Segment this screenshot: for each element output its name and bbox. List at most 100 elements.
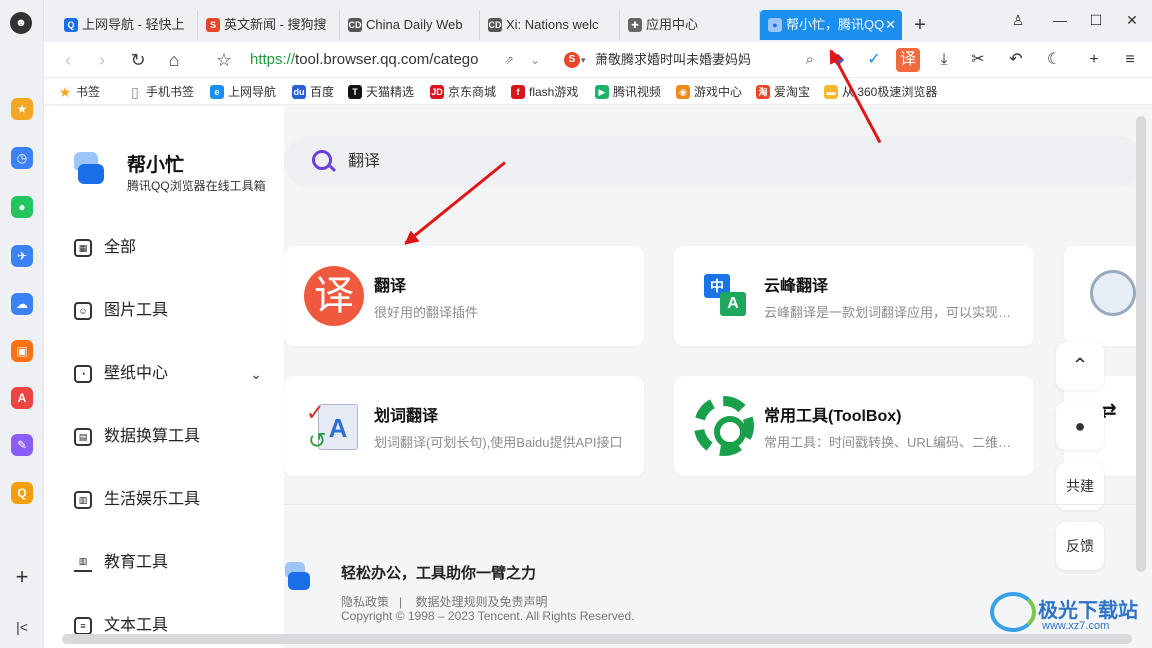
tab-app-center[interactable]: ✚ 应用中心: [620, 10, 760, 40]
tab-chinadaily[interactable]: CD China Daily Web: [340, 10, 480, 40]
speed-icon[interactable]: ✓: [862, 48, 886, 72]
bookmark-star-icon[interactable]: ☆: [212, 48, 236, 72]
feedback-button[interactable]: 反馈: [1056, 522, 1104, 570]
clock-icon[interactable]: ◷: [11, 147, 33, 169]
bookmark-item[interactable]: JD 京东商城: [430, 82, 496, 102]
sidebar-item-wallpaper[interactable]: ◔ 壁纸中心 ⌄: [72, 358, 262, 390]
vertical-scrollbar[interactable]: [1136, 116, 1146, 572]
folder-icon: ▬: [824, 85, 838, 99]
image-icon: ☺: [74, 302, 92, 320]
sidebar-item-all[interactable]: ▦ 全部: [72, 232, 262, 264]
tab-nav[interactable]: Q 上网导航 - 轻快上: [56, 10, 198, 40]
copyright: Copyright © 1998 – 2023 Tencent. All Rig…: [341, 609, 635, 623]
bookmark-item[interactable]: ▯ 手机书签: [128, 82, 194, 102]
watermark-logo-icon: [990, 592, 1036, 632]
result-card-translate[interactable]: 译 翻译 很好用的翻译插件: [284, 246, 644, 346]
collapse-sidebar-icon[interactable]: |<: [11, 616, 33, 638]
horizontal-scrollbar[interactable]: [62, 634, 1132, 644]
chinadaily-icon: CD: [488, 18, 502, 32]
taobao-icon: 淘: [756, 85, 770, 99]
footer-slogan: 轻松办公，工具助你一臂之力: [341, 565, 537, 582]
bookmark-item[interactable]: ▶ 腾讯视频: [595, 82, 661, 102]
jd-icon: JD: [430, 85, 444, 99]
star-icon[interactable]: ★: [11, 98, 33, 120]
tab-sogou[interactable]: S 英文新闻 - 搜狗搜: [198, 10, 340, 40]
footer-logo-icon: [285, 562, 311, 592]
select-translate-icon: A ✓ ↺: [304, 396, 364, 456]
forward-icon[interactable]: ›: [90, 48, 114, 72]
back-icon[interactable]: ‹: [56, 48, 80, 72]
chevron-down-icon[interactable]: ⌄: [250, 358, 262, 390]
picture-icon[interactable]: ▣: [11, 340, 33, 362]
tab-bangxiaomang[interactable]: ● 帮小忙，腾讯QQ ✕: [760, 10, 902, 40]
magnifier-icon: [1090, 270, 1136, 316]
tool-search-input[interactable]: 翻译: [284, 136, 1144, 188]
privacy-link[interactable]: 隐私政策: [341, 595, 389, 609]
build-button[interactable]: 共建: [1056, 462, 1104, 510]
result-card-yunfeng[interactable]: 中A 云峰翻译 云峰翻译是一款划词翻译应用，可以实现网页翻译: [674, 246, 1034, 346]
sogou-icon[interactable]: S: [564, 52, 580, 68]
tab-label: 应用中心: [646, 17, 699, 32]
address-bar[interactable]: https://tool.browser.qq.com/catego: [250, 49, 486, 71]
sidebar-item-data[interactable]: ▤ 数据换算工具: [72, 421, 262, 453]
sidebar-item-image[interactable]: ☺ 图片工具: [72, 295, 262, 327]
menu-icon[interactable]: ≡: [1118, 48, 1142, 72]
add-icon[interactable]: +: [1082, 48, 1106, 72]
bookmark-item[interactable]: e 上网导航: [210, 82, 276, 102]
qq-nav-icon: Q: [64, 18, 78, 32]
bookmark-item[interactable]: ◉ 游戏中心: [676, 82, 742, 102]
cloud-icon[interactable]: ☁: [11, 293, 33, 315]
plane-icon[interactable]: ✈: [11, 245, 33, 267]
watermark: 极光下载站 www.xz7.com: [990, 590, 1150, 640]
search-query: 翻译: [348, 153, 381, 170]
home-icon[interactable]: ⌂: [162, 48, 186, 72]
refresh-icon[interactable]: ↻: [126, 48, 150, 72]
maximize-icon[interactable]: ☐: [1082, 8, 1110, 32]
share-icon[interactable]: ⇗: [500, 51, 518, 69]
search-box[interactable]: S ▾ 萧敬腾求婚时叫未婚妻妈妈 ⌕: [564, 46, 814, 74]
translate-tool-icon[interactable]: 译: [896, 48, 920, 72]
tmall-icon: T: [348, 85, 362, 99]
page-content: 帮小忙 腾讯QQ浏览器在线工具箱 ▦ 全部 ☺ 图片工具 ◔ 壁纸中心 ⌄ ▤ 数据换算工…: [44, 106, 1152, 648]
wechat-icon[interactable]: ●: [11, 196, 33, 218]
back-to-top-button[interactable]: ⌃: [1056, 342, 1104, 390]
close-window-icon[interactable]: ✕: [1118, 8, 1146, 32]
minimize-icon[interactable]: —: [1046, 8, 1074, 32]
result-card-partial[interactable]: [1064, 246, 1144, 346]
bookmark-item[interactable]: ▬ 从 360极速浏览器: [824, 82, 937, 102]
bookmark-item[interactable]: ★ 书签: [58, 82, 100, 102]
bookmark-item[interactable]: T 天猫精选: [348, 82, 414, 102]
bookmark-item[interactable]: du 百度: [292, 82, 334, 102]
pen-icon[interactable]: ✎: [11, 434, 33, 456]
tab-label: 帮小忙，腾讯QQ: [786, 17, 885, 32]
qq-icon[interactable]: ●: [1056, 402, 1104, 450]
add-icon[interactable]: +: [11, 566, 33, 588]
tab-xi-nations[interactable]: CD Xi: Nations welc: [480, 10, 620, 40]
bookmark-item[interactable]: 淘爱淘宝: [756, 82, 810, 102]
close-tab-icon[interactable]: ✕: [885, 10, 896, 40]
skin-icon[interactable]: ♙: [1004, 8, 1032, 32]
download-icon[interactable]: ⤓: [932, 48, 956, 72]
sidebar-item-education[interactable]: ▥ 教育工具: [72, 547, 262, 579]
url-dropdown-icon[interactable]: ⌄: [526, 51, 544, 69]
tab-label: 上网导航 - 轻快上: [82, 17, 185, 32]
ie-icon: e: [210, 85, 224, 99]
new-tab-button[interactable]: +: [908, 10, 932, 40]
result-card-select-translate[interactable]: A ✓ ↺ 划词翻译 划词翻译(可划长句),使用Baidu提供API接口: [284, 376, 644, 476]
night-mode-icon[interactable]: ☾: [1042, 48, 1066, 72]
search-icon[interactable]: ⌕: [806, 46, 814, 74]
bookmark-item[interactable]: f flash游戏: [511, 82, 578, 102]
data-rules-link[interactable]: 数据处理规则及免责声明: [416, 595, 548, 609]
left-rail: ☻ ★ ◷ ● ✈ ☁ ▣ A ✎ Q + |<: [0, 0, 44, 648]
undo-icon[interactable]: ↶: [1004, 48, 1028, 72]
sidebar-item-life[interactable]: ▥ 生活娱乐工具: [72, 484, 262, 516]
engine-dropdown-icon[interactable]: ▾: [581, 46, 586, 74]
search-icon[interactable]: Q: [11, 482, 33, 504]
result-card-toolbox[interactable]: 常用工具(ToolBox) 常用工具：时间戳转换、URL编码、二维码生成: [674, 376, 1034, 476]
search-icon: [312, 150, 332, 170]
brand-subtitle: 腾讯QQ浏览器在线工具箱: [127, 179, 266, 193]
scissors-icon[interactable]: ✂: [966, 48, 990, 72]
user-avatar[interactable]: ☻: [10, 12, 32, 34]
document-icon: ≡: [74, 617, 92, 635]
pdf-icon[interactable]: A: [11, 387, 33, 409]
